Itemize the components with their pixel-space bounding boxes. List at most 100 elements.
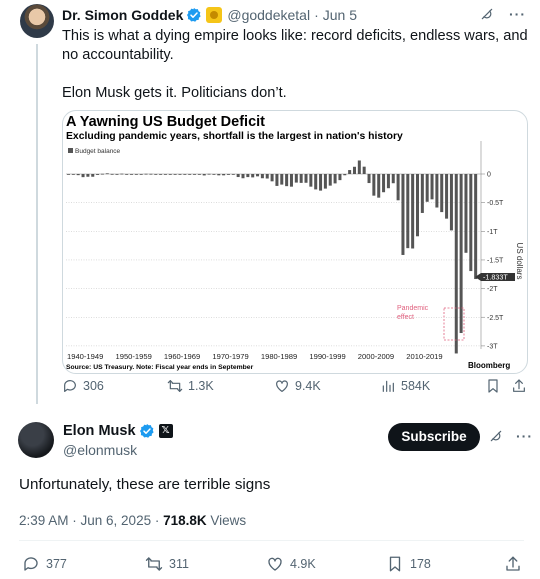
reply-button[interactable]: 377: [22, 555, 67, 573]
repost-button[interactable]: 1.3K: [167, 378, 214, 394]
repost-button[interactable]: 311: [145, 555, 189, 573]
chart-bar: [149, 173, 153, 175]
repost-icon: [145, 557, 163, 571]
bloomberg-logo: Bloomberg: [468, 361, 510, 370]
chart-subtitle: Excluding pandemic years, shortfall is t…: [66, 131, 403, 142]
chart-bar: [193, 174, 197, 175]
chart-bar: [217, 174, 221, 176]
repost-count: 1.3K: [188, 379, 214, 393]
x-tick-label: 1960-1969: [164, 352, 200, 361]
chart-bar: [144, 173, 148, 175]
chart-bar: [304, 174, 308, 183]
x-axis-labels: 1940-1949 1950-1959 1960-1969 1970-1979 1980…: [67, 352, 443, 361]
x-tick-label: 1970-1979: [212, 352, 248, 361]
parent-tweet[interactable]: Dr. Simon Goddek @goddeketal · Jun 5 ···…: [0, 0, 540, 410]
chart-bar: [299, 174, 303, 183]
views-count: 718.8K: [163, 513, 207, 528]
chart-bar: [125, 174, 129, 175]
tweet-text-line: This is what a dying empire looks like: …: [62, 28, 528, 63]
tweet-timestamp[interactable]: 2:39 AM · Jun 6, 2025 ·: [19, 513, 163, 528]
chart-bar: [71, 174, 75, 175]
chart-bar: [168, 174, 172, 175]
y-tick-label: -1T: [487, 229, 498, 236]
y-tick-label: -0.5T: [487, 200, 504, 207]
views-label: Views: [206, 513, 247, 528]
chart-bar: [67, 174, 71, 175]
more-options-icon[interactable]: ···: [509, 6, 526, 22]
reply-count: 377: [46, 557, 67, 571]
chart-bar: [391, 174, 395, 184]
tweet-header: Dr. Simon Goddek @goddeketal · Jun 5: [62, 7, 357, 23]
chart-bar: [110, 173, 114, 175]
chart-image[interactable]: A Yawning US Budget Deficit Excluding pa…: [62, 110, 528, 374]
x-affiliate-badge-icon: 𝕏: [158, 424, 173, 438]
budget-deficit-chart: A Yawning US Budget Deficit Excluding pa…: [66, 114, 524, 371]
more-options-icon[interactable]: ···: [516, 428, 533, 444]
x-tick-label: 2000-2009: [358, 352, 394, 361]
share-icon[interactable]: [511, 378, 527, 394]
y-tick-label: 0: [487, 172, 491, 179]
chart-bar: [154, 174, 158, 175]
chart-bar: [285, 174, 289, 187]
y-axis-ticks: 0 -0.5T -1T -1.5T -2T -2.5T -3T: [480, 141, 504, 350]
chart-bar: [222, 174, 226, 176]
analytics-icon: [382, 380, 394, 392]
chart-bar: [76, 174, 80, 176]
chart-bar: [459, 174, 463, 334]
author-name[interactable]: Dr. Simon Goddek: [62, 7, 183, 23]
views-button[interactable]: 584K: [380, 378, 430, 394]
author-handle[interactable]: @elonmusk: [63, 442, 137, 458]
chart-bar: [139, 174, 143, 175]
reply-button[interactable]: 306: [62, 378, 104, 394]
y-tick-label: -3T: [487, 343, 498, 350]
chart-title: A Yawning US Budget Deficit: [66, 114, 265, 130]
repost-icon: [167, 380, 183, 392]
chart-bar: [202, 174, 206, 176]
chart-source: Source: US Treasury. Note: Fiscal year e…: [66, 364, 254, 371]
chart-bar: [415, 174, 419, 237]
chart-bar: [91, 174, 95, 177]
chart-bar: [420, 174, 424, 213]
chart-bar: [372, 174, 376, 196]
heart-icon: [268, 557, 282, 571]
bookmark-count: 178: [410, 557, 431, 571]
author-name[interactable]: Elon Musk: [63, 423, 136, 439]
y-tick-label: -2.5T: [487, 315, 504, 322]
chart-bar: [362, 166, 366, 174]
chart-bar: [130, 174, 134, 175]
chart-bar: [81, 174, 85, 178]
bookmark-icon[interactable]: [485, 378, 501, 394]
chart-bar: [197, 174, 201, 175]
chart-bar: [280, 174, 284, 185]
chart-bar: [100, 173, 104, 175]
chart-bar: [256, 174, 260, 177]
subscribe-button[interactable]: Subscribe: [388, 423, 480, 451]
chart-bar: [357, 160, 361, 174]
chart-bar: [294, 174, 298, 183]
x-tick-label: 1950-1959: [116, 352, 152, 361]
tweet-date[interactable]: Jun 5: [323, 7, 357, 23]
bookmark-button[interactable]: 178: [386, 555, 431, 573]
author-handle[interactable]: @goddeketal: [227, 7, 310, 23]
avatar[interactable]: [20, 4, 54, 38]
reply-count: 306: [83, 379, 104, 393]
chart-bar: [231, 174, 235, 175]
chart-bar: [464, 174, 468, 253]
last-value-label: -1.833T: [475, 273, 515, 282]
like-button[interactable]: 4.9K: [266, 555, 316, 573]
chart-bar: [96, 174, 100, 175]
tweet-header-actions: ···: [488, 428, 533, 444]
share-icon[interactable]: [504, 555, 522, 573]
chart-bar: [207, 173, 211, 175]
chart-bar: [275, 174, 279, 186]
grok-icon[interactable]: [479, 6, 495, 22]
chart-bar: [309, 174, 313, 187]
avatar[interactable]: [18, 422, 54, 458]
reply-icon: [24, 557, 38, 571]
chart-bar: [173, 174, 177, 175]
like-button[interactable]: 9.4K: [274, 378, 321, 394]
chart-bar: [333, 174, 337, 184]
grok-icon[interactable]: [488, 428, 504, 444]
like-count: 4.9K: [290, 557, 316, 571]
chart-bar: [86, 174, 90, 177]
